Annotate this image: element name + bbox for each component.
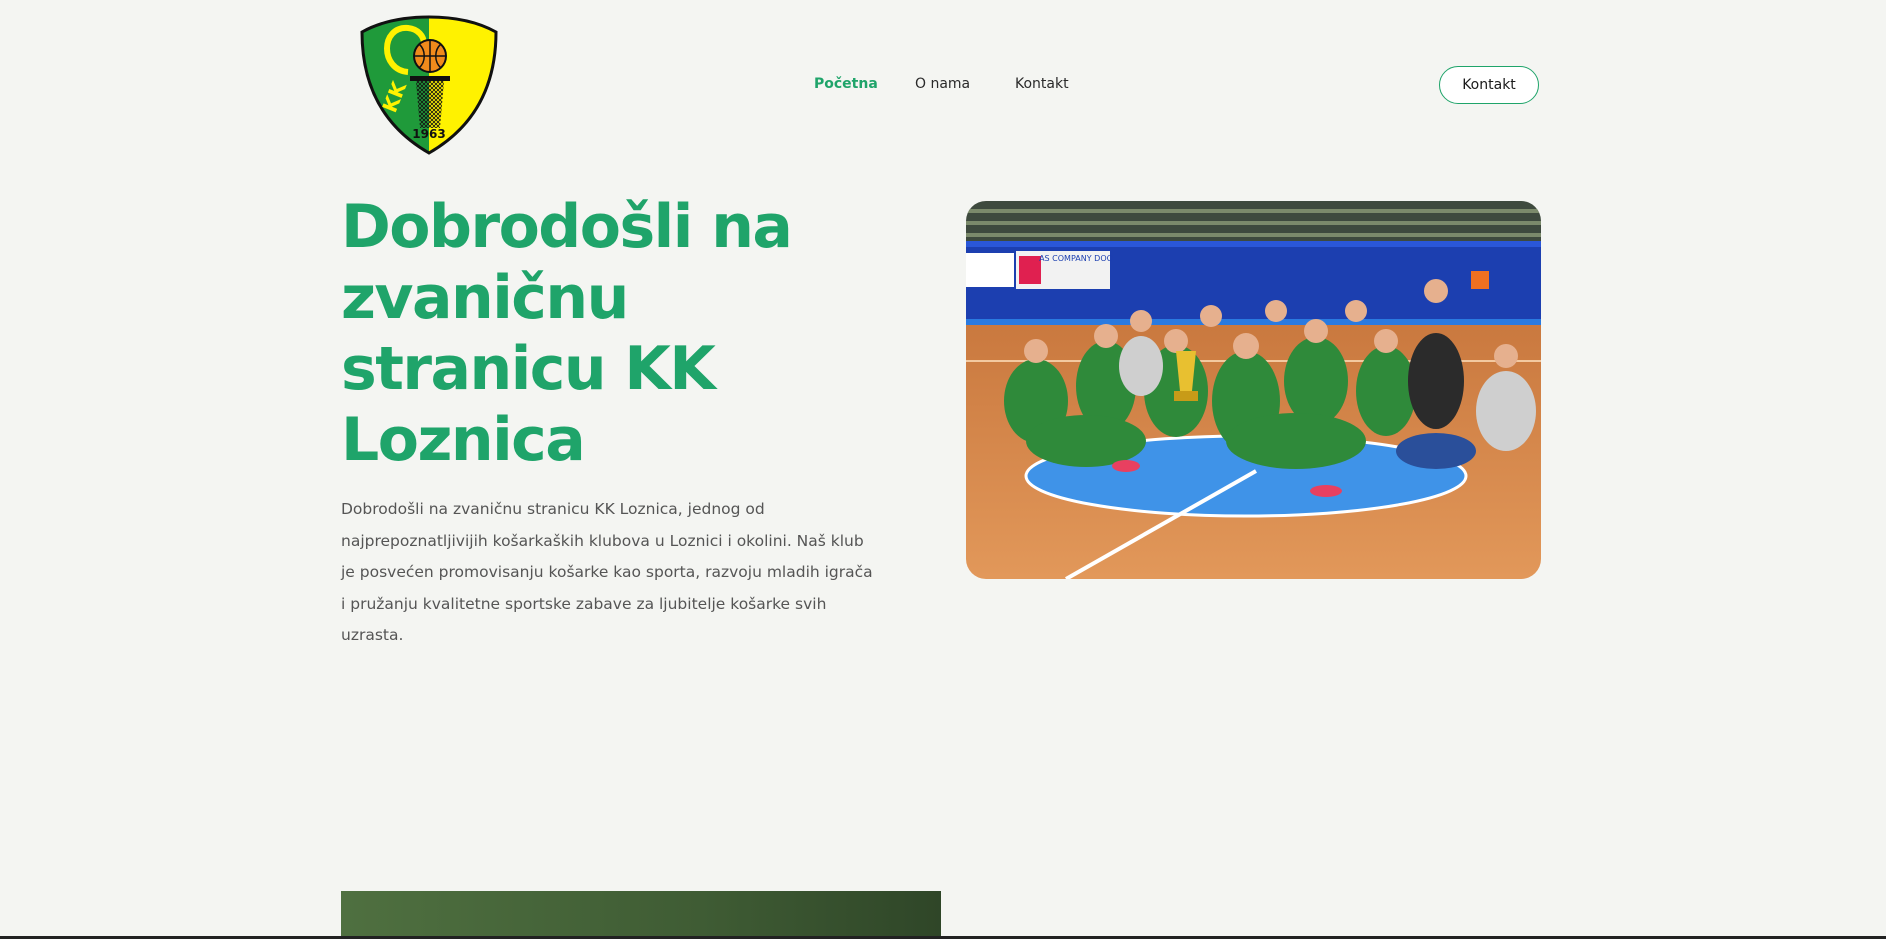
hero-description: Dobrodošli na zvaničnu stranicu KK Lozni… [341, 500, 873, 644]
svg-text:1963: 1963 [412, 127, 445, 141]
nav-link-kontakt[interactable]: Kontakt [1015, 76, 1069, 92]
section-image-preview [341, 891, 941, 939]
team-celebration-image: AS COMPANY DOO [966, 201, 1541, 579]
hero-title: Dobrodošli na zvaničnu stranicu KK Lozni… [341, 192, 793, 475]
club-crest-icon: KK 1963 [360, 15, 498, 155]
nav-link-pocetna[interactable]: Početna [814, 76, 878, 92]
contact-button[interactable]: Kontakt [1439, 66, 1539, 104]
club-logo[interactable]: KK 1963 [358, 14, 500, 156]
nav-link-o-nama[interactable]: O nama [915, 76, 970, 92]
team-photo: AS COMPANY DOO [966, 201, 1541, 579]
svg-text:AS COMPANY DOO: AS COMPANY DOO [1039, 254, 1113, 263]
